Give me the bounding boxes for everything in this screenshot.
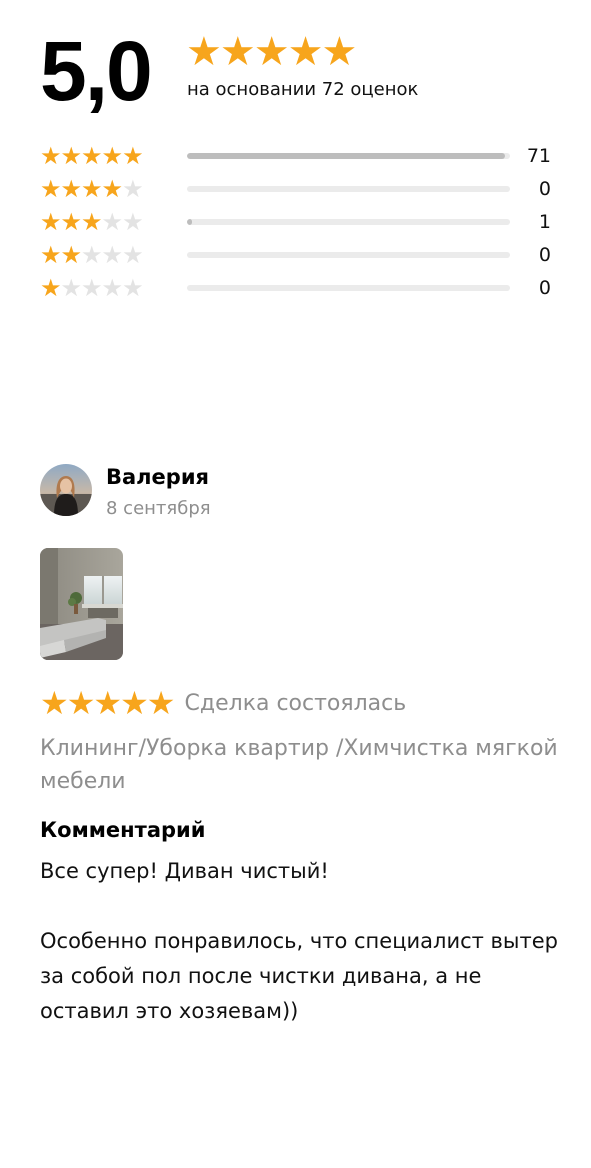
distribution-count: 1 <box>538 211 551 233</box>
star-icon: ★ <box>101 208 123 236</box>
star-icon: ★ <box>219 29 256 75</box>
star-icon: ★ <box>40 208 61 236</box>
distribution-bar <box>187 285 510 291</box>
distribution-bar <box>187 153 510 159</box>
review-stars: ★★★★★ <box>40 684 176 722</box>
avatar-image <box>40 464 92 516</box>
star-icon: ★ <box>40 274 61 302</box>
star-icon: ★ <box>81 241 102 269</box>
row-stars: ★★★★★ <box>40 208 144 236</box>
distribution-count: 0 <box>538 244 551 266</box>
star-icon: ★ <box>101 274 123 302</box>
star-icon: ★ <box>120 684 149 722</box>
summary-stars: ★★★★★ <box>186 29 357 75</box>
comment-paragraph: Все супер! Диван чистый! <box>40 859 329 883</box>
distribution-bar-fill <box>187 153 506 159</box>
star-icon: ★ <box>146 684 176 722</box>
distribution-bar <box>187 186 510 192</box>
star-icon: ★ <box>122 241 143 269</box>
star-icon: ★ <box>81 175 102 203</box>
distribution-row-2: ★★★★★ 0 <box>40 239 560 272</box>
row-stars: ★★★★★ <box>40 142 144 170</box>
comment-heading: Комментарий <box>40 818 206 842</box>
room-photo <box>40 548 123 660</box>
review-photo-thumbnail[interactable] <box>40 548 123 660</box>
star-icon: ★ <box>186 29 222 75</box>
star-icon: ★ <box>287 29 324 75</box>
star-icon: ★ <box>40 684 69 722</box>
rating-distribution: ★★★★★ 71 ★★★★★ 0 ★★★★★ 1 ★★★★★ 0 ★★★★★ 0 <box>40 140 560 305</box>
star-icon: ★ <box>81 142 102 170</box>
star-icon: ★ <box>60 274 82 302</box>
star-icon: ★ <box>81 208 102 236</box>
star-icon: ★ <box>81 274 102 302</box>
star-icon: ★ <box>101 241 123 269</box>
star-icon: ★ <box>253 29 290 75</box>
ratings-count-text: на основании 72 оценок <box>187 79 419 100</box>
star-icon: ★ <box>60 142 82 170</box>
star-icon: ★ <box>60 208 82 236</box>
star-icon: ★ <box>60 175 82 203</box>
star-icon: ★ <box>122 142 143 170</box>
star-icon: ★ <box>122 274 143 302</box>
distribution-bar-fill <box>187 219 192 225</box>
row-stars: ★★★★★ <box>40 175 144 203</box>
star-icon: ★ <box>122 208 143 236</box>
comment-text: Все супер! Диван чистый! Особенно понрав… <box>40 854 560 1029</box>
distribution-row-4: ★★★★★ 0 <box>40 173 560 206</box>
distribution-row-1: ★★★★★ 0 <box>40 272 560 305</box>
star-icon: ★ <box>101 142 123 170</box>
average-score: 5,0 <box>40 24 153 118</box>
avatar[interactable] <box>40 464 92 516</box>
star-icon: ★ <box>93 684 122 722</box>
distribution-count: 0 <box>538 277 551 299</box>
review-rating: ★★★★★ Сделка состоялась <box>40 684 406 722</box>
star-icon: ★ <box>66 684 96 722</box>
row-stars: ★★★★★ <box>40 241 144 269</box>
star-icon: ★ <box>60 241 82 269</box>
distribution-count: 71 <box>526 145 551 167</box>
star-icon: ★ <box>101 175 123 203</box>
distribution-bar <box>187 252 510 258</box>
distribution-count: 0 <box>538 178 551 200</box>
comment-paragraph: Особенно понравилось, что специалист выт… <box>40 929 558 1023</box>
distribution-row-5: ★★★★★ 71 <box>40 140 560 173</box>
star-icon: ★ <box>40 175 61 203</box>
star-icon: ★ <box>40 142 61 170</box>
distribution-bar <box>187 219 510 225</box>
star-icon: ★ <box>40 241 61 269</box>
star-icon: ★ <box>122 175 143 203</box>
row-stars: ★★★★★ <box>40 274 144 302</box>
review-date: 8 сентября <box>106 498 211 519</box>
service-name: Клининг/Уборка квартир /Химчистка мягкой… <box>40 736 558 794</box>
review-author-name[interactable]: Валерия <box>106 465 209 489</box>
deal-status: Сделка состоялась <box>184 690 407 716</box>
distribution-row-3: ★★★★★ 1 <box>40 206 560 239</box>
star-icon: ★ <box>321 29 357 75</box>
